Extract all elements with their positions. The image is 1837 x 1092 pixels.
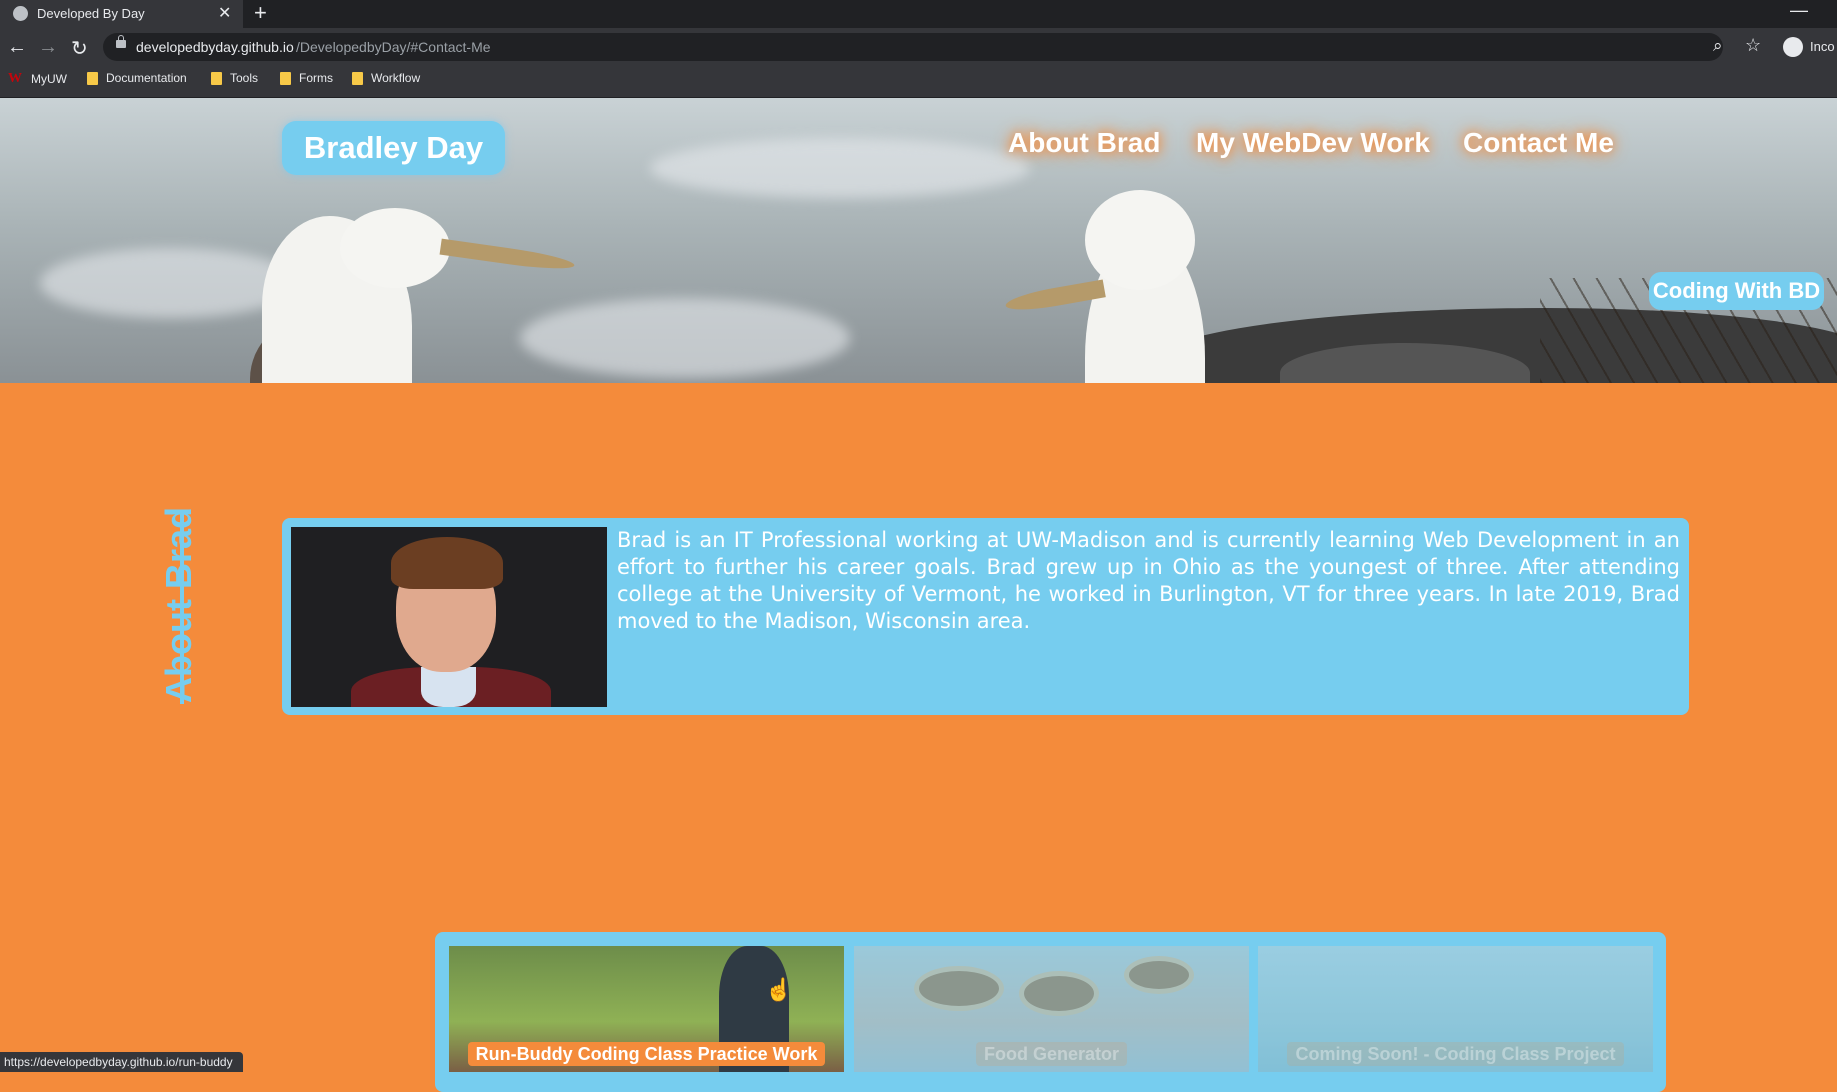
minimize-button[interactable]: — xyxy=(1790,0,1808,21)
project-title: Food Generator xyxy=(975,1042,1127,1066)
bookmark-label: Tools xyxy=(230,71,259,85)
folder-icon xyxy=(352,71,363,85)
browser-tab[interactable]: Developed By Day ✕ xyxy=(0,0,243,28)
hand-cursor-icon: ☝ xyxy=(765,977,793,1002)
cloud xyxy=(650,138,1030,198)
incognito-icon[interactable] xyxy=(1783,37,1803,57)
bird-head xyxy=(1085,190,1195,290)
url-path[interactable]: /DevelopedbyDay/#Contact-Me xyxy=(296,39,491,55)
photo-collar xyxy=(421,667,476,707)
section-heading: About Brad xyxy=(158,507,199,703)
bird-beak xyxy=(439,238,576,274)
project-card-coming-soon[interactable]: Coming Soon! - Coding Class Project xyxy=(1258,946,1653,1072)
folder-icon xyxy=(280,71,291,85)
tab-strip xyxy=(0,0,1837,28)
folder-icon xyxy=(211,71,222,85)
bookmark-label: Forms xyxy=(299,71,333,85)
cloud xyxy=(40,248,300,318)
close-icon[interactable]: ✕ xyxy=(218,3,231,23)
project-title: Run-Buddy Coding Class Practice Work xyxy=(467,1042,826,1066)
globe-icon xyxy=(13,6,28,21)
project-title: Coming Soon! - Coding Class Project xyxy=(1287,1042,1624,1066)
uw-logo-icon: W xyxy=(8,71,22,86)
heading-accent-bar xyxy=(180,514,184,704)
status-bar-url: https://developedbyday.github.io/run-bud… xyxy=(0,1052,243,1072)
back-arrow-icon[interactable]: ← xyxy=(7,36,27,59)
tab-title: Developed By Day xyxy=(37,6,145,21)
profile-label[interactable]: Inco xyxy=(1810,39,1835,54)
nav-about-brad[interactable]: About Brad xyxy=(1008,127,1160,159)
project-label: Food Generator xyxy=(854,1042,1249,1066)
profile-photo xyxy=(291,527,607,707)
bookmark-label: Workflow xyxy=(371,71,421,85)
bookmark-tools[interactable]: Tools xyxy=(211,71,258,85)
forward-arrow-icon[interactable]: → xyxy=(38,36,58,59)
bookmark-workflow[interactable]: Workflow xyxy=(352,71,420,85)
cloud xyxy=(520,298,850,378)
bookmark-forms[interactable]: Forms xyxy=(280,71,333,85)
project-card-food-generator[interactable]: Food Generator xyxy=(854,946,1249,1072)
bookmarks-bar xyxy=(0,66,1837,98)
folder-icon xyxy=(87,71,98,85)
nav-webdev-work[interactable]: My WebDev Work xyxy=(1196,127,1430,159)
project-card-run-buddy[interactable]: Run-Buddy Coding Class Practice Work xyxy=(449,946,844,1072)
bookmark-documentation[interactable]: Documentation xyxy=(87,71,187,85)
bookmark-myuw[interactable]: W MyUW xyxy=(8,71,67,86)
bookmark-label: Documentation xyxy=(106,71,187,85)
zoom-icon[interactable]: ⌕ xyxy=(1713,36,1723,56)
project-label: Coming Soon! - Coding Class Project xyxy=(1258,1042,1653,1066)
new-tab-button[interactable]: + xyxy=(254,0,267,26)
bird-head xyxy=(340,208,450,288)
url-domain[interactable]: developedbyday.github.io xyxy=(136,39,294,55)
about-text: Brad is an IT Professional working at UW… xyxy=(617,528,1680,633)
star-icon[interactable]: ☆ xyxy=(1745,35,1761,56)
reload-icon[interactable]: ↻ xyxy=(71,36,88,61)
bookmark-label: MyUW xyxy=(31,71,67,86)
site-logo[interactable]: Bradley Day xyxy=(282,121,505,175)
nav-contact-me[interactable]: Contact Me xyxy=(1463,127,1614,159)
project-label: Run-Buddy Coding Class Practice Work xyxy=(449,1042,844,1066)
photo-hair xyxy=(391,537,503,589)
lock-icon[interactable] xyxy=(116,35,126,48)
coding-badge: Coding With BD xyxy=(1649,272,1824,310)
